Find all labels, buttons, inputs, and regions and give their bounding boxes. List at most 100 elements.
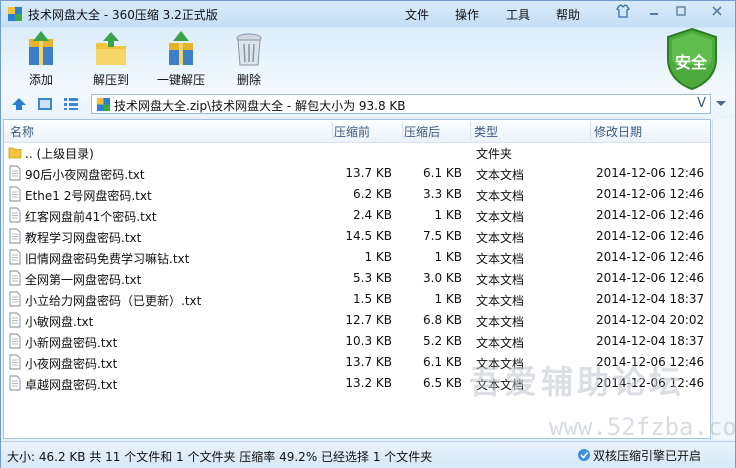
table-row[interactable]: Ethe1 2号网盘密码.txt 6.2 KB 3.3 KB 文本文档 2014-12-… (4, 184, 710, 205)
zip-archive-icon (96, 97, 111, 112)
extract-to-button[interactable]: 解压到 (79, 29, 143, 89)
text-file-icon (9, 207, 21, 223)
text-file-icon (9, 312, 21, 328)
text-file-icon (9, 249, 21, 265)
table-row[interactable]: 90后小夜网盘密码.txt 13.7 KB 6.1 KB 文本文档 2014-12-06… (4, 163, 710, 184)
file-packed: 6.8 KB (423, 313, 462, 327)
menu-tools[interactable]: 工具 (506, 6, 530, 23)
column-divider[interactable] (470, 122, 471, 139)
file-compressed: 1 KB (364, 250, 392, 264)
delete-label: 删除 (236, 73, 261, 87)
file-packed: 3.0 KB (423, 271, 462, 285)
vertical-scrollbar[interactable] (712, 119, 735, 439)
add-label: 添加 (28, 73, 53, 87)
file-modified: 2014-12-06 12:46 (596, 271, 705, 285)
file-name: .. (上级目录) (25, 147, 94, 161)
file-compressed: 2.4 KB (353, 208, 392, 222)
text-file-icon (9, 270, 21, 286)
app-window: 技术网盘大全 - 360压缩 3.2正式版 文件 操作 工具 帮助 添加 解压到… (0, 0, 736, 468)
dual-core-engine-status[interactable]: 双核压缩引擎已开启 (593, 447, 701, 464)
table-row[interactable]: 教程学习网盘密码.txt 14.5 KB 7.5 KB 文本文档 2014-12-06 … (4, 226, 710, 247)
file-packed: 3.3 KB (423, 187, 462, 201)
column-divider[interactable] (402, 122, 403, 139)
file-compressed: 13.2 KB (345, 376, 392, 390)
menu-operate[interactable]: 操作 (455, 6, 479, 23)
text-file-icon (9, 165, 21, 181)
table-row[interactable]: 小新网盘密码.txt 10.3 KB 5.2 KB 文本文档 2014-12-04 18… (4, 331, 710, 352)
file-compressed: 1.5 KB (353, 292, 392, 306)
column-divider[interactable] (332, 122, 333, 139)
file-packed: 6.1 KB (423, 166, 462, 180)
file-name: 小敏网盘.txt (25, 315, 94, 329)
column-compressed[interactable]: 压缩前 (334, 123, 370, 140)
column-packed[interactable]: 压缩后 (404, 123, 440, 140)
table-row[interactable]: 旧情网盘密码免费学习嘛钻.txt 1 KB 1 KB 文本文档 2014-12-06 1… (4, 247, 710, 268)
file-type: 文本文档 (476, 336, 525, 350)
file-packed: 7.5 KB (423, 229, 462, 243)
title-bar: 技术网盘大全 - 360压缩 3.2正式版 文件 操作 工具 帮助 (1, 1, 735, 27)
text-file-icon (9, 291, 21, 307)
file-type: 文本文档 (476, 315, 525, 329)
watermark-text: 吾爱辅助论坛 (469, 363, 686, 401)
app-logo-icon (8, 7, 22, 21)
column-divider[interactable] (590, 122, 591, 139)
file-modified: 2014-12-06 12:46 (596, 166, 705, 180)
up-arrow-icon[interactable] (11, 97, 27, 111)
file-type: 文本文档 (476, 231, 525, 245)
file-name: 小新网盘密码.txt (25, 336, 118, 350)
table-row[interactable]: 全网第一网盘密码.txt 5.3 KB 3.0 KB 文本文档 2014-12-06 1… (4, 268, 710, 289)
file-name: 小夜网盘密码.txt (25, 357, 118, 371)
watermark-url: www.52fzba.com (549, 413, 736, 441)
text-file-icon (9, 354, 21, 370)
text-file-icon (9, 186, 21, 202)
thumbnail-view-icon[interactable] (37, 97, 53, 111)
skin-icon[interactable] (613, 4, 633, 22)
file-modified: 2014-12-04 20:02 (596, 313, 705, 327)
folder-icon (8, 147, 22, 159)
file-name: 教程学习网盘密码.txt (25, 231, 142, 245)
trash-bin-icon (236, 33, 262, 66)
table-row[interactable]: .. (上级目录) 文件夹 (4, 142, 710, 163)
file-modified: 2014-12-06 12:46 (596, 229, 705, 243)
extract-folder-icon (96, 32, 126, 65)
security-shield-badge[interactable]: 安全 (664, 27, 720, 91)
file-modified: 2014-12-06 12:46 (596, 208, 705, 222)
file-compressed: 13.7 KB (345, 166, 392, 180)
file-compressed: 10.3 KB (345, 334, 392, 348)
one-click-extract-button[interactable]: 一键解压 (149, 29, 213, 89)
minimize-icon[interactable] (644, 4, 664, 22)
add-button[interactable]: 添加 (9, 29, 73, 89)
delete-button[interactable]: 删除 (217, 29, 281, 89)
list-view-icon[interactable] (63, 97, 79, 111)
file-compressed: 13.7 KB (345, 355, 392, 369)
address-path: 技术网盘大全.zip\技术网盘大全 - 解包大小为 93.8 KB (114, 99, 406, 113)
one-click-extract-label: 一键解压 (156, 73, 205, 87)
extract-to-label: 解压到 (92, 73, 129, 87)
address-row: 技术网盘大全.zip\技术网盘大全 - 解包大小为 93.8 KB V (1, 93, 735, 117)
file-compressed: 12.7 KB (345, 313, 392, 327)
maximize-icon[interactable] (671, 4, 691, 22)
menu-help[interactable]: 帮助 (556, 6, 580, 23)
status-bar: 大小: 46.2 KB 共 11 个文件和 1 个文件夹 压缩率 49.2% 已… (1, 441, 735, 468)
file-modified: 2014-12-04 18:37 (596, 292, 705, 306)
column-type[interactable]: 类型 (474, 123, 498, 140)
table-row[interactable]: 小立给力网盘密码（已更新）.txt 1.5 KB 1 KB 文本文档 2014-12-0… (4, 289, 710, 310)
file-packed: 5.2 KB (423, 334, 462, 348)
file-type: 文本文档 (476, 210, 525, 224)
file-packed: 1 KB (434, 292, 462, 306)
menu-file[interactable]: 文件 (405, 6, 429, 23)
text-file-icon (9, 375, 21, 391)
table-row[interactable]: 小敏网盘.txt 12.7 KB 6.8 KB 文本文档 2014-12-04 20:0… (4, 310, 710, 331)
close-icon[interactable] (707, 4, 727, 22)
column-modified[interactable]: 修改日期 (594, 123, 642, 140)
chevron-down-icon[interactable] (715, 100, 727, 108)
file-type: 文本文档 (476, 168, 525, 182)
table-row[interactable]: 红客网盘前41个密码.txt 2.4 KB 1 KB 文本文档 2014-12-06 1… (4, 205, 710, 226)
address-bar[interactable]: 技术网盘大全.zip\技术网盘大全 - 解包大小为 93.8 KB V (91, 94, 711, 114)
file-type: 文本文档 (476, 294, 525, 308)
file-type: 文件夹 (476, 147, 513, 161)
text-file-icon (9, 228, 21, 244)
column-name[interactable]: 名称 (10, 123, 34, 140)
file-name: 卓越网盘密码.txt (25, 378, 118, 392)
address-history-button[interactable]: V (697, 96, 706, 111)
